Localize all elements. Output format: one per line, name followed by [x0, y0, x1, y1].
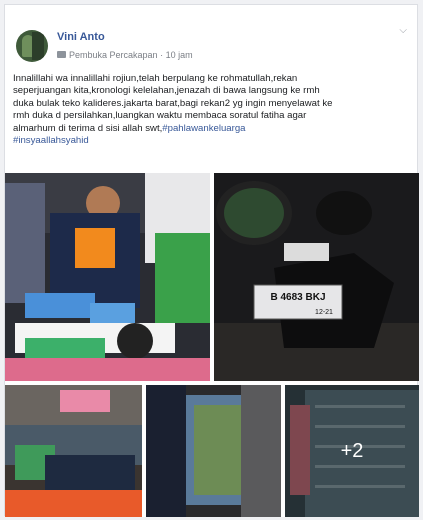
- post-text: Innalillahi wa innalillahi rojiun,telah …: [13, 73, 413, 147]
- author-role: Pembuka Percakapan: [69, 50, 158, 60]
- text-line: duka bulak teko kalideres.jakarta barat,…: [13, 97, 333, 109]
- post-meta: Pembuka Percakapan · 10 jam: [57, 50, 193, 60]
- text-line: Innalillahi wa innalillahi rojiun,telah …: [13, 73, 298, 84]
- text-line: seperjuangan kita,kronologi kelelahan,je…: [13, 85, 320, 97]
- chevron-down-icon[interactable]: ⌵: [399, 25, 407, 36]
- hashtag-link[interactable]: #insyaallahsyahid: [13, 135, 89, 146]
- photo-5[interactable]: +2: [285, 385, 419, 517]
- more-photos-count[interactable]: +2: [285, 385, 419, 517]
- photo-4[interactable]: [146, 385, 281, 517]
- post-header: Vini Anto Pembuka Percakapan · 10 jam ⌵: [5, 5, 417, 67]
- plate-date: 12-21: [315, 309, 333, 316]
- author-name[interactable]: Vini Anto: [57, 31, 105, 43]
- text-line: rmh duka d persilahkan,luangkan waktu me…: [13, 110, 307, 122]
- photo-3[interactable]: [5, 385, 142, 517]
- photo-grid: B 4683 BKJ 12-21 +2: [5, 173, 419, 517]
- photo-2[interactable]: B 4683 BKJ 12-21: [214, 173, 419, 381]
- badge-icon: [57, 51, 66, 59]
- photo-1[interactable]: [5, 173, 210, 381]
- plate-number: B 4683 BKJ: [270, 292, 325, 303]
- hashtag-link[interactable]: #pahlawankeluarga: [162, 123, 245, 134]
- post-card: Vini Anto Pembuka Percakapan · 10 jam ⌵ …: [4, 4, 419, 517]
- text-line: almarhum di terima d sisi allah swt,: [13, 122, 163, 134]
- avatar[interactable]: [16, 30, 48, 62]
- post-time[interactable]: 10 jam: [166, 50, 193, 60]
